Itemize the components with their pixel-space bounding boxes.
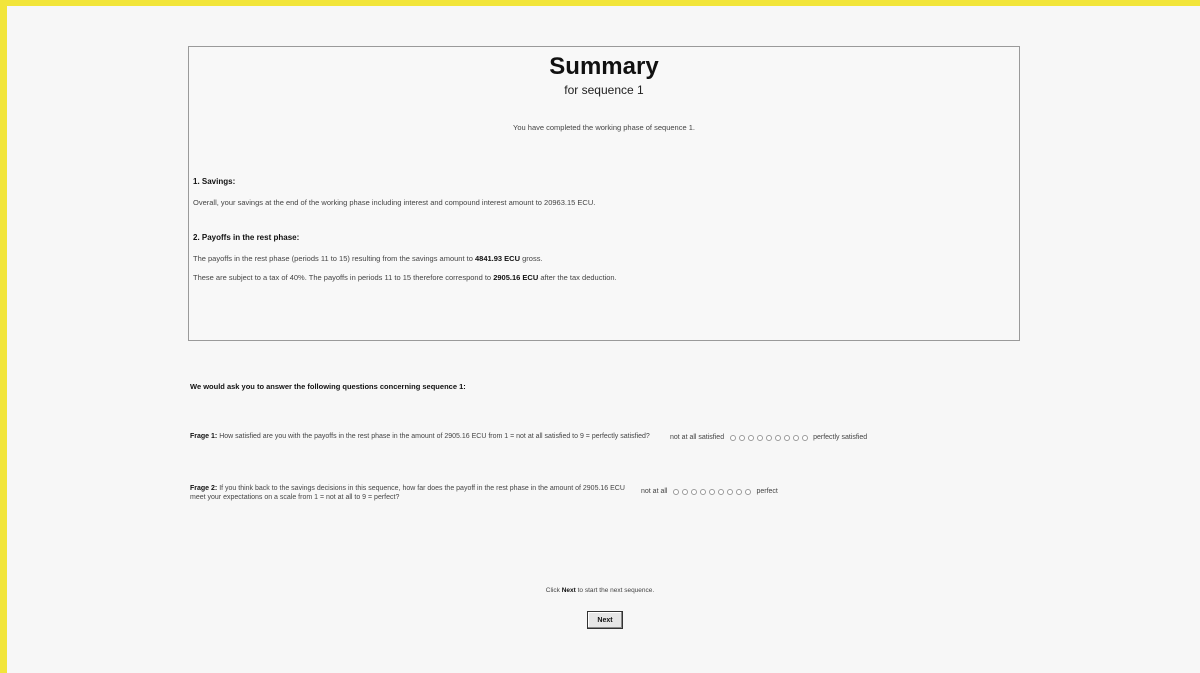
question-2-radio-4[interactable] <box>699 488 706 495</box>
payoffs-gross-value: 4841.93 ECU <box>474 254 521 263</box>
question-2-label: Frage 2: <box>190 485 218 492</box>
payoffs-net-value: 2905.16 ECU <box>493 273 539 282</box>
question-2-radio-6[interactable] <box>717 488 724 495</box>
savings-text: Overall, your savings at the end of the … <box>193 198 596 207</box>
question-1-radio-9[interactable] <box>801 434 808 441</box>
question-2-body: If you think back to the savings decisio… <box>190 485 625 501</box>
next-hint-prefix: Click <box>545 587 560 594</box>
question-2-radio-7[interactable] <box>726 488 733 495</box>
question-1-radio-4[interactable] <box>756 434 763 441</box>
question-2-radio-group <box>671 488 752 495</box>
question-1-radio-1[interactable] <box>729 434 736 441</box>
question-1-scale-left-label: not at all satisfied <box>670 434 725 441</box>
question-1-radio-5[interactable] <box>765 434 772 441</box>
next-hint-suffix: to start the next sequence. <box>577 587 655 594</box>
payoffs-net-suffix: after the tax deduction. <box>540 273 617 282</box>
question-1-radio-group <box>728 434 809 441</box>
question-1-radio-2[interactable] <box>738 434 745 441</box>
next-button[interactable]: Next <box>587 611 623 629</box>
question-2-radio-2[interactable] <box>681 488 688 495</box>
summary-panel: Summary for sequence 1 You have complete… <box>188 46 1020 341</box>
payoffs-net-prefix: These are subject to a tax of 40%. The p… <box>193 273 492 282</box>
payoffs-gross-suffix: gross. <box>522 254 543 263</box>
question-1-scale: not at all satisfied perfectly satisfied <box>670 434 867 441</box>
question-2-scale-right-label: perfect <box>756 488 778 495</box>
next-hint-bold: Next <box>561 587 576 594</box>
question-2-radio-9[interactable] <box>744 488 751 495</box>
question-2-scale: not at all perfect <box>641 488 778 495</box>
completion-message: You have completed the working phase of … <box>513 123 695 132</box>
question-1-body: How satisfied are you with the payoffs i… <box>219 433 650 440</box>
questions-intro: We would ask you to answer the following… <box>190 382 466 391</box>
question-2-text: Frage 2: If you think back to the saving… <box>190 484 630 502</box>
savings-heading: 1. Savings: <box>193 177 236 186</box>
question-1-radio-3[interactable] <box>747 434 754 441</box>
payoffs-gross-prefix: The payoffs in the rest phase (periods 1… <box>193 254 473 263</box>
page-subtitle: for sequence 1 <box>564 83 644 97</box>
payoffs-gross-text: The payoffs in the rest phase (periods 1… <box>193 254 543 263</box>
question-1-scale-right-label: perfectly satisfied <box>813 434 868 441</box>
page-title: Summary <box>549 53 659 80</box>
question-1-radio-8[interactable] <box>792 434 799 441</box>
question-1-radio-6[interactable] <box>774 434 781 441</box>
payoffs-heading: 2. Payoffs in the rest phase: <box>193 233 300 242</box>
question-2-radio-5[interactable] <box>708 488 715 495</box>
question-1-text: Frage 1: How satisfied are you with the … <box>190 432 666 441</box>
question-2-radio-8[interactable] <box>735 488 742 495</box>
question-2-radio-1[interactable] <box>672 488 679 495</box>
question-2-scale-left-label: not at all <box>641 488 668 495</box>
payoffs-net-text: These are subject to a tax of 40%. The p… <box>193 273 617 282</box>
next-hint: Click Next to start the next sequence. <box>0 587 1200 594</box>
question-1-radio-7[interactable] <box>783 434 790 441</box>
question-2-radio-3[interactable] <box>690 488 697 495</box>
question-1-label: Frage 1: <box>190 433 218 440</box>
